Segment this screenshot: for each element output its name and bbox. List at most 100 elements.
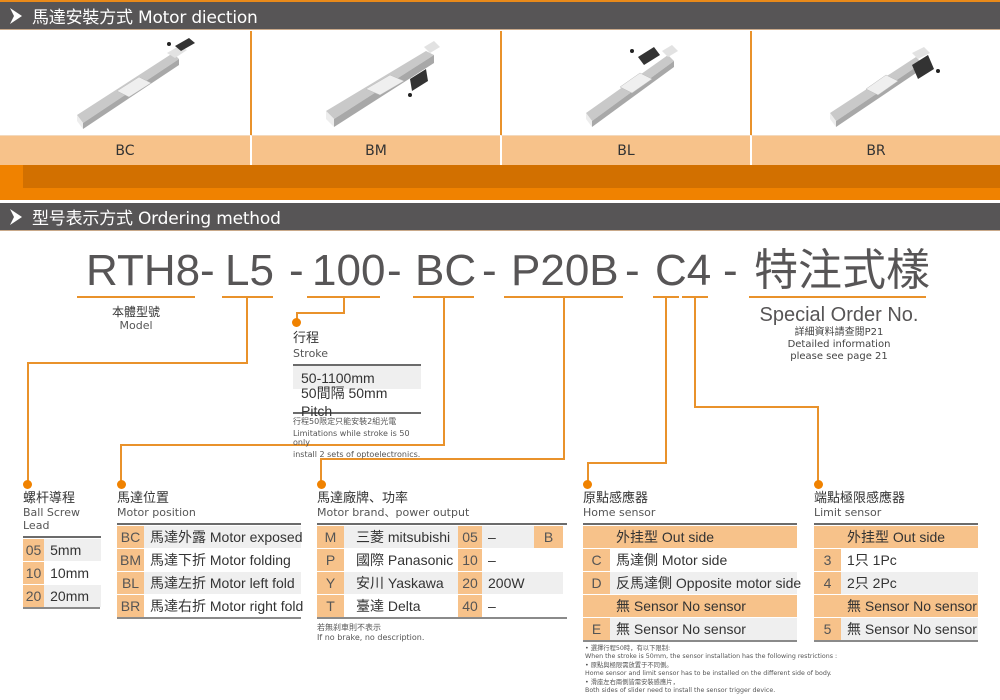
row-brand: 三菱 mitsubishi (344, 526, 458, 548)
table-row: 20 20mm (23, 584, 101, 607)
row-power-code: 40 (458, 595, 482, 617)
code-lead: L5 (225, 246, 274, 295)
linear-module-motor-left-fold-icon (586, 45, 678, 127)
code-dash: - (289, 246, 304, 295)
table-row: 05 5mm (23, 538, 101, 561)
motor-direction-option-bc: BC (0, 31, 250, 165)
linear-module-motor-exposed-icon (77, 38, 195, 129)
table-title-cn: 馬達位置 (117, 491, 170, 506)
connector-line (120, 444, 122, 482)
row-power-code: 20 (458, 572, 482, 594)
row-value: 10mm (44, 562, 101, 584)
row-code (814, 595, 841, 617)
row-code: BL (117, 572, 144, 594)
note-cn: • 滑座左右兩側皆需安裝感應片， (585, 679, 679, 686)
stroke-note-en1: Limitations while stroke is 50 only (293, 429, 410, 447)
connector-line (296, 312, 345, 314)
code-motor-position: BC (415, 246, 477, 295)
decorative-band-inner (23, 165, 1000, 188)
row-power-code: 10 (458, 549, 482, 571)
row-code: BR (117, 595, 144, 617)
table-row: 3 1只 1Pc (814, 548, 978, 571)
divider (583, 640, 797, 642)
motor-direction-grid: BC BM BL BR (0, 31, 1000, 165)
row-code: C (583, 549, 610, 571)
table-row: E 無 Sensor No sensor (583, 617, 797, 640)
row-code (583, 595, 610, 617)
code-stroke: 100 (312, 246, 386, 295)
note-item: • 選擇行程50時，有以下限制: When the stroke is 50mm… (585, 645, 885, 660)
divider (814, 640, 978, 642)
connector-line (563, 296, 565, 460)
row-value: 馬達下折 Motor folding (144, 549, 301, 571)
table-row: BL 馬達左折 Motor left fold (117, 571, 301, 594)
motor-direction-option-bm: BM (250, 31, 500, 165)
stroke-spec: 行程 Stroke 50-1100mm 50間隔 50mm Pitch 行程50… (293, 331, 421, 459)
table-title-cn: 端點極限感應器 (814, 491, 906, 506)
note-en: Both sides of slider need to install the… (585, 686, 776, 694)
stroke-title-en: Stroke (293, 347, 329, 360)
row-code: BM (117, 549, 144, 571)
row-brake (534, 572, 563, 594)
row-power: – (482, 595, 534, 617)
row-brake (534, 595, 563, 617)
row-value: 2只 2Pc (841, 572, 978, 594)
row-code (814, 526, 841, 548)
connector-line (817, 406, 819, 482)
connector-line (694, 406, 819, 408)
special-order-info: Special Order No. 詳細資料請查閱P21 Detailed in… (748, 303, 930, 363)
special-order-en2: please see page 21 (790, 351, 888, 362)
limit-sensor-table: 端點極限感應器 Limit sensor 外挂型 Out side 3 1只 1… (814, 480, 978, 642)
divider (23, 607, 100, 609)
row-power: – (482, 549, 534, 571)
motor-direction-label: BC (0, 135, 250, 165)
row-value: 馬達外露 Motor exposed (144, 526, 303, 548)
row-code (583, 526, 610, 548)
ordering-method-title: 型号表示方式 Ordering method (32, 209, 281, 229)
underline-special (749, 296, 926, 298)
special-order-en1: Detailed information (787, 339, 891, 350)
table-title-en: Home sensor (583, 506, 656, 519)
brake-note-cn: 若無刹車則不表示 (317, 623, 381, 632)
row-value: 1只 1Pc (841, 549, 978, 571)
table-row: M 三菱 mitsubishi 05 – B (317, 525, 567, 548)
table-row: 無 Sensor No sensor (583, 594, 797, 617)
row-value: 5mm (44, 539, 101, 561)
table-title-cn: 馬達廠牌、功率 (317, 491, 409, 506)
connector-line (665, 296, 667, 464)
linear-module-motor-right-fold-icon (830, 47, 940, 127)
table-title-en: Ball Screw Lead (23, 506, 80, 532)
linear-module-image (0, 31, 250, 135)
row-code: P (317, 549, 344, 571)
connector-dot (317, 480, 326, 489)
code-model: RTH8 (86, 246, 201, 295)
row-power-code: 05 (458, 526, 482, 548)
code-sensors: C4 (655, 246, 712, 295)
motor-direction-label: BL (500, 135, 750, 165)
row-value: 無 Sensor No sensor (841, 618, 978, 640)
row-value: 反馬達側 Opposite motor side (610, 572, 801, 594)
table-title-en: Motor position (117, 506, 196, 519)
linear-module-image (252, 31, 500, 135)
note-item: • 滑座左右兩側皆需安裝感應片， Both sides of slider ne… (585, 679, 885, 694)
connector-line (587, 462, 589, 482)
sensor-restriction-notes: • 選擇行程50時，有以下限制: When the stroke is 50mm… (585, 645, 885, 696)
divider (317, 617, 567, 619)
table-row: 10 10mm (23, 561, 101, 584)
note-en: When the stroke is 50mm, the sensor inst… (585, 652, 838, 660)
home-sensor-table: 原點感應器 Home sensor 外挂型 Out side C 馬達側 Mot… (583, 480, 801, 642)
motor-direction-title: 馬達安裝方式 Motor diection (32, 8, 258, 28)
row-brand: 臺達 Delta (344, 595, 458, 617)
chevron-right-icon (0, 208, 32, 226)
row-value: 馬達左折 Motor left fold (144, 572, 301, 594)
row-power: 200W (482, 572, 534, 594)
table-row: 外挂型 Out side (814, 525, 978, 548)
motor-direction-label: BM (250, 135, 500, 165)
row-code: 4 (814, 572, 841, 594)
connector-line (27, 362, 29, 482)
code-motor-brand: P20B (511, 246, 619, 295)
decorative-band (0, 165, 1000, 200)
row-value: 20mm (44, 585, 101, 607)
row-brand: 安川 Yaskawa (344, 572, 458, 594)
row-power: – (482, 526, 534, 548)
